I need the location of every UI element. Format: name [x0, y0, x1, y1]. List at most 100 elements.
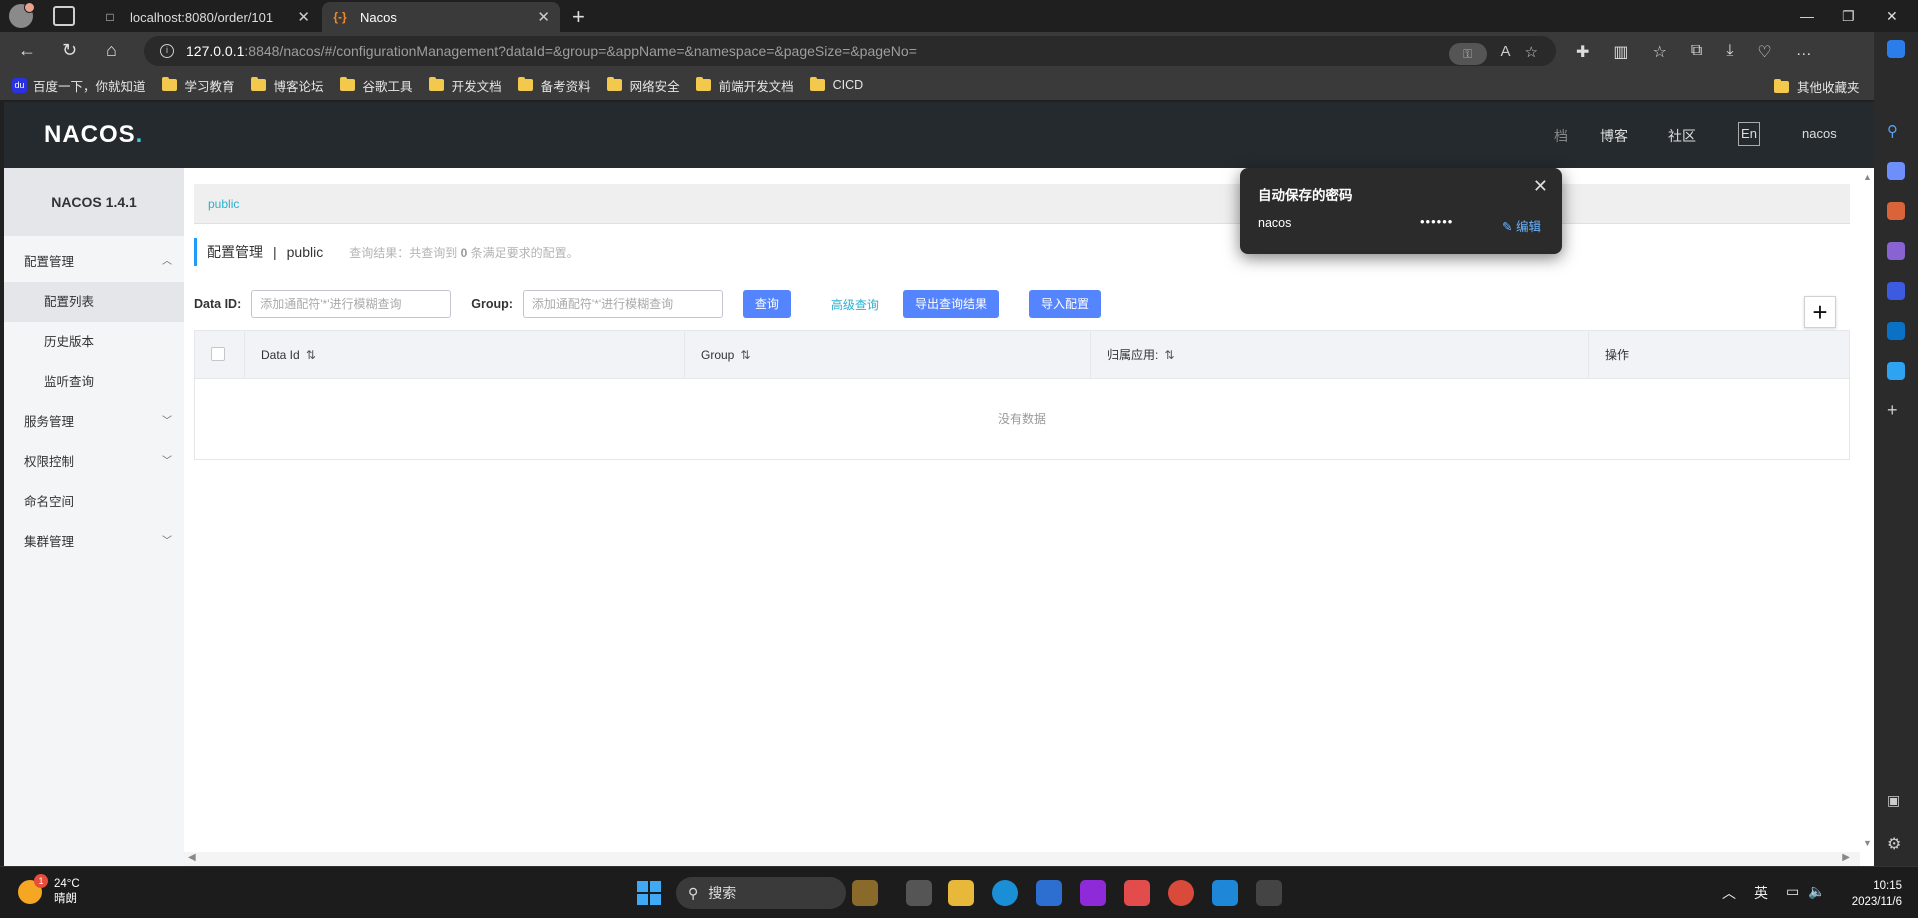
- window-close-button[interactable]: ✕: [1886, 0, 1898, 32]
- weather-widget[interactable]: 1 24°C 晴朗: [18, 874, 80, 907]
- file-explorer-icon[interactable]: [948, 880, 974, 906]
- close-icon[interactable]: ✕: [297, 8, 310, 26]
- chrome-icon[interactable]: [1168, 880, 1194, 906]
- nacos-logo[interactable]: NACOS.: [44, 121, 143, 149]
- menu-namespace[interactable]: 命名空间: [4, 482, 184, 522]
- extensions-icon[interactable]: ✚: [1576, 42, 1589, 62]
- back-icon[interactable]: ←: [18, 40, 36, 61]
- microsoft365-icon[interactable]: [1887, 282, 1905, 300]
- favorite-star-icon[interactable]: ☆: [1525, 43, 1538, 65]
- profile-avatar[interactable]: [9, 2, 35, 28]
- site-info-icon[interactable]: i: [160, 44, 174, 58]
- close-icon[interactable]: ✕: [537, 8, 550, 26]
- group-input[interactable]: [522, 290, 723, 318]
- store-icon[interactable]: [1036, 880, 1062, 906]
- tray-overflow-icon[interactable]: ︿: [1722, 883, 1736, 903]
- data-id-input[interactable]: [251, 290, 452, 318]
- sort-icon[interactable]: ⇅: [1164, 348, 1174, 362]
- select-all-checkbox[interactable]: [211, 347, 225, 361]
- chevron-up-icon: ︿: [162, 256, 172, 267]
- export-results-button[interactable]: 导出查询结果: [902, 290, 999, 318]
- add-config-button[interactable]: +: [1804, 296, 1836, 328]
- bookmark-folder[interactable]: CICD: [809, 77, 863, 92]
- bookmark-baidu[interactable]: du 百度一下，你就知道: [12, 76, 146, 95]
- refresh-icon[interactable]: ↻: [62, 40, 77, 61]
- import-config-button[interactable]: 导入配置: [1028, 290, 1101, 318]
- performance-icon[interactable]: ♡: [1757, 42, 1771, 62]
- network-icon[interactable]: ▭: [1786, 883, 1799, 900]
- menu-config-management[interactable]: 配置管理 ︿: [4, 242, 184, 282]
- bookmark-folder[interactable]: 谷歌工具: [339, 76, 413, 95]
- menu-config-list[interactable]: 配置列表: [4, 282, 184, 322]
- nav-docs[interactable]: 档: [1554, 126, 1568, 146]
- tab-nacos[interactable]: {-} Nacos ✕: [322, 2, 560, 32]
- terminal-icon[interactable]: [1256, 880, 1282, 906]
- sort-icon[interactable]: ⇅: [740, 348, 750, 362]
- user-name[interactable]: nacos: [1802, 126, 1837, 141]
- bookmark-folder[interactable]: 开发文档: [428, 76, 502, 95]
- bookmark-folder[interactable]: 博客论坛: [250, 76, 324, 95]
- url-bar[interactable]: i 127.0.0.1 :8848/nacos/#/configurationM…: [144, 36, 1556, 66]
- search-icon[interactable]: ⚲: [1887, 122, 1905, 140]
- nav-blog[interactable]: 博客: [1600, 126, 1628, 146]
- menu-service-management[interactable]: 服务管理 ﹀: [4, 402, 184, 442]
- vscode-icon[interactable]: [1212, 880, 1238, 906]
- windows-start-icon[interactable]: [637, 881, 661, 905]
- home-icon[interactable]: ⌂: [106, 40, 117, 61]
- nav-community[interactable]: 社区: [1668, 126, 1696, 146]
- taskbar-app-briefcase-icon[interactable]: [852, 880, 878, 906]
- datagrip-icon[interactable]: [1080, 880, 1106, 906]
- add-icon[interactable]: +: [1887, 400, 1905, 420]
- tab-order[interactable]: □ localhost:8080/order/101 ✕: [92, 2, 320, 32]
- ime-indicator[interactable]: 英: [1754, 883, 1768, 903]
- query-button[interactable]: 查询: [742, 290, 791, 318]
- sort-icon[interactable]: ⇅: [306, 348, 316, 362]
- edge-icon[interactable]: [992, 880, 1018, 906]
- settings-icon[interactable]: ⚙: [1887, 834, 1905, 853]
- column-group[interactable]: Group ⇅: [685, 331, 1091, 379]
- bookmark-folder[interactable]: 备考资料: [517, 76, 591, 95]
- favorites-icon[interactable]: ☆: [1653, 42, 1667, 62]
- menu-cluster-management[interactable]: 集群管理 ﹀: [4, 522, 184, 562]
- menu-access-control[interactable]: 权限控制 ﹀: [4, 442, 184, 482]
- advanced-query-link[interactable]: 高级查询: [831, 296, 879, 313]
- column-data-id[interactable]: Data Id ⇅: [245, 331, 685, 379]
- menu-listener-query[interactable]: 监听查询: [4, 362, 184, 402]
- lang-switch[interactable]: En: [1738, 122, 1760, 146]
- clock[interactable]: 10:15 2023/11/6: [1832, 878, 1902, 910]
- column-app[interactable]: 归属应用: ⇅: [1091, 331, 1589, 379]
- bookmark-other-favorites[interactable]: 其他收藏夹: [1774, 77, 1860, 96]
- url-path: :8848/nacos/#/configurationManagement?da…: [244, 43, 917, 59]
- group-label: Group:: [471, 297, 513, 311]
- minimize-button[interactable]: —: [1800, 0, 1814, 32]
- menu-history[interactable]: 历史版本: [4, 322, 184, 362]
- shopping-icon[interactable]: [1887, 162, 1905, 180]
- drop-icon[interactable]: [1887, 362, 1905, 380]
- split-screen-icon[interactable]: ▥: [1613, 42, 1628, 62]
- sidebar-layout-icon[interactable]: ▣: [1887, 792, 1905, 810]
- volume-icon[interactable]: 🔈: [1808, 883, 1825, 900]
- namespace-link-public[interactable]: public: [208, 197, 239, 211]
- edit-password-link[interactable]: ✎ 编辑: [1502, 216, 1541, 235]
- more-icon[interactable]: …: [1796, 42, 1812, 62]
- horizontal-scrollbar[interactable]: ◀ ▶: [184, 852, 1874, 866]
- taskbar-search[interactable]: ⚲ 搜索: [676, 877, 846, 909]
- key-icon[interactable]: ⚿: [1448, 43, 1487, 65]
- bookmark-folder[interactable]: 前端开发文档: [695, 76, 794, 95]
- games-icon[interactable]: [1887, 242, 1905, 260]
- task-view-icon[interactable]: [906, 880, 932, 906]
- vertical-scrollbar[interactable]: ▲ ▼: [1860, 168, 1874, 866]
- bookmark-folder[interactable]: 学习教育: [161, 76, 235, 95]
- tools-icon[interactable]: [1887, 202, 1905, 220]
- outlook-icon[interactable]: [1887, 322, 1905, 340]
- intellij-icon[interactable]: [1124, 880, 1150, 906]
- new-tab-button[interactable]: +: [572, 4, 585, 30]
- close-icon[interactable]: ✕: [1533, 176, 1548, 197]
- tab-actions-icon[interactable]: [53, 6, 75, 26]
- collections-icon[interactable]: ⧉: [1691, 42, 1702, 62]
- copilot-icon[interactable]: [1887, 40, 1905, 58]
- bookmark-folder[interactable]: 网络安全: [606, 76, 680, 95]
- read-aloud-icon[interactable]: A: [1501, 43, 1511, 65]
- maximize-button[interactable]: ❐: [1842, 0, 1855, 32]
- downloads-icon[interactable]: ⤓: [1726, 42, 1733, 62]
